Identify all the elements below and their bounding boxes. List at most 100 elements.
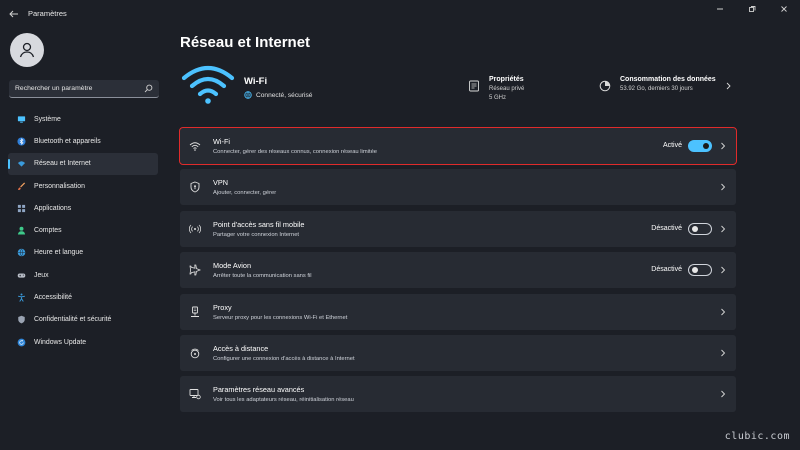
back-arrow-icon[interactable] bbox=[8, 8, 20, 20]
dial-up-card[interactable]: Accès à distance Configurer une connexio… bbox=[180, 334, 736, 371]
chevron-right-icon bbox=[721, 308, 726, 315]
properties-line2: 5 GHz bbox=[489, 95, 507, 101]
airplane-mode-toggle[interactable] bbox=[688, 264, 712, 277]
data-usage-title: Consommation des données bbox=[620, 76, 716, 83]
wifi-card[interactable]: Wi-Fi Connecter, gérer des réseaux connu… bbox=[179, 127, 737, 165]
chevron-right-icon bbox=[721, 142, 726, 150]
card-title: Proxy bbox=[213, 302, 232, 312]
sidebar-item-time-language[interactable]: Heure et langue bbox=[8, 242, 158, 264]
globe-clock-icon bbox=[17, 249, 26, 257]
airplane-mode-card[interactable]: Mode Avion Arrêter toute la communicatio… bbox=[180, 252, 736, 289]
chevron-right-icon bbox=[721, 391, 726, 398]
minimize-button[interactable] bbox=[704, 0, 736, 18]
search-input[interactable]: Rechercher un paramètre bbox=[9, 80, 159, 98]
brush-icon bbox=[18, 181, 26, 190]
card-title: Wi-Fi bbox=[213, 137, 231, 146]
sidebar-item-bluetooth[interactable]: Bluetooth et appareils bbox=[8, 130, 158, 152]
app-title: Paramètres bbox=[28, 9, 67, 18]
card-subtitle: Configurer une connexion d'accès à dista… bbox=[213, 355, 355, 362]
bluetooth-icon bbox=[17, 137, 26, 146]
toggle-state-label: Activé bbox=[662, 142, 682, 149]
sidebar-item-label: Réseau et Internet bbox=[34, 160, 91, 168]
card-title: Accès à distance bbox=[213, 343, 269, 353]
watermark: clubic.com bbox=[724, 431, 790, 442]
sidebar-item-apps[interactable]: Applications bbox=[8, 197, 158, 219]
wifi-icon bbox=[17, 161, 26, 167]
dialup-icon bbox=[190, 348, 200, 359]
sidebar-item-label: Windows Update bbox=[34, 338, 87, 346]
data-usage-link[interactable]: Consommation des données 53.92 Go, derni… bbox=[599, 76, 716, 94]
search-icon[interactable] bbox=[144, 84, 153, 93]
minimize-icon bbox=[717, 8, 723, 10]
sidebar-item-label: Applications bbox=[34, 204, 72, 212]
accessibility-icon bbox=[17, 293, 26, 302]
sidebar-item-network[interactable]: Réseau et Internet bbox=[8, 152, 158, 175]
maximize-button[interactable] bbox=[736, 0, 768, 18]
proxy-card[interactable]: Proxy Serveur proxy pour les connexions … bbox=[180, 293, 736, 330]
user-icon bbox=[19, 42, 35, 58]
proxy-icon bbox=[191, 306, 199, 317]
person-icon bbox=[17, 226, 26, 235]
sidebar-item-gaming[interactable]: Jeux bbox=[8, 264, 158, 286]
sidebar-item-label: Confidentialité et sécurité bbox=[34, 316, 112, 324]
connection-summary: Wi-Fi Connecté, sécurisé Propriétés Rése… bbox=[180, 64, 736, 110]
sidebar-item-accounts[interactable]: Comptes bbox=[8, 219, 158, 241]
toggle-knob bbox=[692, 225, 698, 232]
close-button[interactable] bbox=[768, 0, 800, 18]
wifi-icon bbox=[189, 142, 201, 151]
close-icon bbox=[781, 6, 787, 12]
data-usage-detail: 53.92 Go, derniers 30 jours bbox=[620, 86, 693, 92]
search-placeholder: Rechercher un paramètre bbox=[15, 85, 93, 92]
mobile-hotspot-card[interactable]: Point d'accès sans fil mobile Partager v… bbox=[180, 210, 736, 247]
chevron-right-icon[interactable] bbox=[725, 82, 732, 90]
hotspot-toggle[interactable] bbox=[688, 222, 712, 235]
toggle-state-label: Désactivé bbox=[651, 266, 682, 274]
properties-icon bbox=[469, 80, 479, 92]
card-subtitle: Voir tous les adaptateurs réseau, réinit… bbox=[213, 397, 354, 404]
toggle-knob bbox=[703, 143, 709, 149]
card-title: Paramètres réseau avancés bbox=[213, 385, 305, 395]
card-title: VPN bbox=[213, 178, 229, 188]
update-icon bbox=[17, 338, 26, 346]
settings-list: Wi-Fi Connecter, gérer des réseaux connu… bbox=[179, 127, 737, 418]
card-subtitle: Connecter, gérer des réseaux connus, con… bbox=[213, 149, 378, 155]
data-usage-icon bbox=[599, 80, 611, 92]
airplane-icon bbox=[189, 264, 201, 276]
sidebar-item-privacy[interactable]: Confidentialité et sécurité bbox=[8, 309, 158, 331]
sidebar-item-label: Système bbox=[34, 115, 61, 123]
sidebar-item-label: Personnalisation bbox=[34, 182, 85, 190]
vpn-card[interactable]: VPN Ajouter, connecter, gérer bbox=[180, 169, 736, 206]
connection-status-text: Connecté, sécurisé bbox=[256, 91, 313, 99]
chevron-right-icon bbox=[721, 225, 726, 233]
page-title: Réseau et Internet bbox=[180, 34, 311, 51]
sidebar-item-windows-update[interactable]: Windows Update bbox=[8, 331, 158, 353]
properties-line1: Réseau privé bbox=[489, 86, 525, 92]
card-subtitle: Ajouter, connecter, gérer bbox=[213, 190, 277, 197]
sidebar: Rechercher un paramètre Système Bluetoot… bbox=[0, 28, 168, 450]
wifi-large-icon bbox=[181, 65, 235, 104]
sidebar-item-label: Heure et langue bbox=[34, 249, 84, 257]
window-controls bbox=[704, 0, 800, 18]
properties-title: Propriétés bbox=[489, 76, 524, 83]
globe-icon bbox=[244, 91, 252, 99]
connection-name: Wi-Fi bbox=[244, 76, 268, 87]
sidebar-item-accessibility[interactable]: Accessibilité bbox=[8, 286, 158, 308]
wifi-toggle[interactable] bbox=[688, 140, 712, 152]
advanced-network-icon bbox=[189, 389, 201, 400]
card-subtitle: Arrêter toute la communication sans fil bbox=[213, 273, 312, 280]
properties-link[interactable]: Propriétés Réseau privé 5 GHz bbox=[468, 76, 524, 103]
avatar[interactable] bbox=[10, 33, 44, 67]
sidebar-item-personalization[interactable]: Personnalisation bbox=[8, 175, 158, 197]
card-subtitle: Serveur proxy pour les connexions Wi-Fi … bbox=[213, 314, 348, 321]
shield-icon bbox=[18, 316, 25, 324]
sidebar-item-label: Bluetooth et appareils bbox=[34, 137, 101, 145]
sidebar-item-label: Comptes bbox=[34, 227, 62, 235]
apps-icon bbox=[17, 204, 26, 212]
chevron-right-icon bbox=[721, 266, 726, 274]
advanced-network-settings-card[interactable]: Paramètres réseau avancés Voir tous les … bbox=[180, 376, 736, 413]
sidebar-item-system[interactable]: Système bbox=[8, 108, 158, 130]
card-subtitle: Partager votre connexion Internet bbox=[213, 231, 300, 238]
chevron-right-icon bbox=[721, 184, 726, 191]
chevron-right-icon bbox=[721, 349, 726, 357]
sidebar-item-label: Jeux bbox=[34, 271, 49, 279]
